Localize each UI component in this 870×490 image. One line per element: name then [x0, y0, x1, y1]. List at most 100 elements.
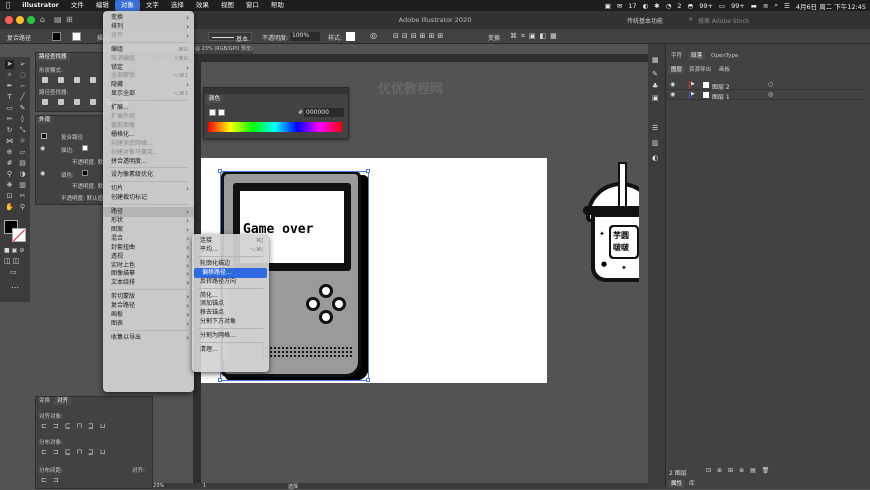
color-mode-icons[interactable]: ■▣⊘: [4, 247, 26, 254]
menu-effect[interactable]: 效果: [190, 0, 215, 11]
control-extra-icons[interactable]: ⌘⌗▣◧▦: [510, 32, 561, 41]
pen-tool-icon[interactable]: ✒: [5, 82, 14, 91]
eye-icon[interactable]: ◉: [40, 170, 45, 177]
menu-object[interactable]: 对象: [114, 0, 140, 11]
gradient-tool-icon[interactable]: ▤: [18, 159, 27, 168]
tab-color[interactable]: 颜色: [206, 95, 224, 103]
zoom-level[interactable]: 23%: [153, 483, 164, 489]
tab-properties[interactable]: 属性: [668, 480, 686, 488]
layer-name[interactable]: 图层 1: [712, 92, 730, 101]
color-spectrum[interactable]: [208, 122, 342, 132]
tab-opentype[interactable]: OpenType: [708, 52, 741, 60]
blend-tool-icon[interactable]: ◑: [18, 170, 27, 179]
shape-builder-icon[interactable]: ⊕: [5, 148, 14, 157]
tab-character[interactable]: 字符: [668, 52, 685, 60]
ghost-icon[interactable]: ◓: [688, 2, 694, 10]
graphic-styles-icon[interactable]: ▣: [652, 94, 659, 102]
object_menu-item[interactable]: 文本绕排 ›: [103, 278, 194, 288]
hex-input[interactable]: 000000: [304, 108, 344, 117]
bbox-handle[interactable]: [218, 169, 222, 173]
menu-view[interactable]: 视图: [215, 0, 240, 11]
tab-asset-export[interactable]: 资源导出: [686, 66, 714, 74]
tab-artboards[interactable]: 画板: [716, 66, 733, 74]
brushes-icon[interactable]: ✎: [652, 70, 658, 78]
rotate-tool-icon[interactable]: ↻: [5, 126, 14, 135]
target-icon[interactable]: ◎: [768, 91, 773, 98]
menu-window[interactable]: 窗口: [240, 0, 265, 11]
graph-tool-icon[interactable]: ▥: [18, 181, 27, 190]
menu-type[interactable]: 文字: [140, 0, 165, 11]
type-tool-icon[interactable]: T: [5, 93, 14, 102]
artboard-tool-icon[interactable]: ⊡: [5, 192, 14, 201]
fill-row-swatch[interactable]: [82, 170, 88, 176]
document-tab[interactable]: @ 23% (RGB/GPU 预览): [193, 45, 253, 54]
distribute-spacing-icons[interactable]: ⊏⊐: [41, 476, 65, 484]
properties-icon[interactable]: ▦: [652, 56, 659, 64]
object_menu-item[interactable]: 设为像素级优化: [103, 170, 194, 180]
tv-icon[interactable]: ▭: [719, 2, 725, 10]
stroke-swatch[interactable]: [72, 32, 81, 41]
intersect-icon[interactable]: [74, 77, 80, 83]
tab-paragraph[interactable]: 段落: [688, 52, 706, 60]
stroke-color-swatch[interactable]: [12, 228, 26, 242]
scale-tool-icon[interactable]: ⤡: [18, 126, 27, 135]
tab-transform[interactable]: 变换: [36, 397, 53, 405]
symbols-icon[interactable]: ♣: [652, 82, 658, 90]
line-tool-icon[interactable]: ╱: [18, 93, 27, 102]
bbox-handle[interactable]: [218, 378, 222, 382]
exclude-icon[interactable]: [90, 77, 96, 83]
path_menu-item[interactable]: 平均... ⌥⌘J: [192, 245, 269, 255]
selection-tool-icon[interactable]: ➤: [5, 60, 14, 69]
divide-icon[interactable]: [42, 99, 48, 105]
perspective-icon[interactable]: ▱: [18, 148, 27, 157]
color-fill-swatch[interactable]: [209, 109, 216, 116]
tab-libraries[interactable]: 库: [686, 480, 698, 488]
path_menu-item[interactable]: 分割为网格...: [192, 331, 269, 341]
color-stroke-swatch[interactable]: [218, 109, 225, 116]
more-tools-icon[interactable]: ⋯: [11, 283, 19, 292]
menu-select[interactable]: 选择: [165, 0, 190, 11]
stroke-style-dropdown[interactable]: 基本: [208, 32, 252, 43]
wifi-icon[interactable]: ≋: [763, 2, 768, 10]
rectangle-tool-icon[interactable]: ▭: [5, 104, 14, 113]
tab-appearance[interactable]: 外观: [36, 116, 54, 124]
artboard-number[interactable]: 1: [203, 483, 206, 489]
eraser-tool-icon[interactable]: ◊: [18, 115, 27, 124]
lasso-icon[interactable]: ◌: [18, 71, 27, 80]
path_menu-item[interactable]: 反转路径方向: [192, 277, 269, 287]
object_menu-item[interactable]: 图表 ›: [103, 319, 194, 329]
width-tool-icon[interactable]: ⋈: [5, 137, 14, 146]
merge-icon[interactable]: [74, 99, 80, 105]
menu-help[interactable]: 帮助: [265, 0, 290, 11]
object_menu-item[interactable]: 显示全部 ⌥⌘3: [103, 89, 194, 99]
zoom-tool-icon[interactable]: ⚲: [18, 203, 27, 212]
path_menu-item[interactable]: 清理...: [192, 345, 269, 355]
draw-mode-icon[interactable]: ◫◫: [4, 257, 21, 265]
recolor-icon[interactable]: ◎: [370, 31, 377, 40]
menu-edit[interactable]: 编辑: [90, 0, 115, 11]
brush-tool-icon[interactable]: ✎: [18, 104, 27, 113]
path_menu-item[interactable]: 分割下方对象: [192, 317, 269, 327]
gradient-panel-icon[interactable]: ▥: [652, 139, 659, 147]
search-stock-input[interactable]: 搜索 Adobe Stock: [698, 16, 770, 25]
symbol-sprayer-icon[interactable]: ❋: [5, 181, 14, 190]
transparency-icon[interactable]: ◐: [652, 154, 658, 162]
slice-tool-icon[interactable]: ✂: [18, 192, 27, 201]
eye-icon[interactable]: ◉: [670, 81, 675, 88]
direct-selection-tool-icon[interactable]: ➢: [18, 60, 27, 69]
eye-icon[interactable]: ◉: [670, 91, 675, 98]
magic-wand-icon[interactable]: ✧: [5, 71, 14, 80]
pencil-tool-icon[interactable]: ✏: [5, 115, 14, 124]
stroke-panel-icon[interactable]: ☰: [652, 124, 658, 132]
object_menu-item[interactable]: 收集以导出 ›: [103, 333, 194, 343]
bubble-tea-artwork[interactable]: 芋圆 啵啵 ✦ ● ✦: [583, 160, 639, 285]
search-stock-icon[interactable]: ⌕: [689, 15, 693, 24]
layer-actions[interactable]: ⊡⊕⊞⊕▤🗑: [706, 467, 775, 474]
horizontal-ruler[interactable]: [153, 54, 663, 62]
eye-icon[interactable]: ◉: [40, 145, 45, 152]
stroke-row-swatch[interactable]: [82, 145, 88, 151]
expand-icon[interactable]: ▶: [691, 91, 695, 97]
screen-icon[interactable]: ▣: [605, 2, 611, 10]
mesh-tool-icon[interactable]: #: [5, 159, 14, 168]
workspace-switcher[interactable]: 传统基本功能: [627, 16, 663, 25]
